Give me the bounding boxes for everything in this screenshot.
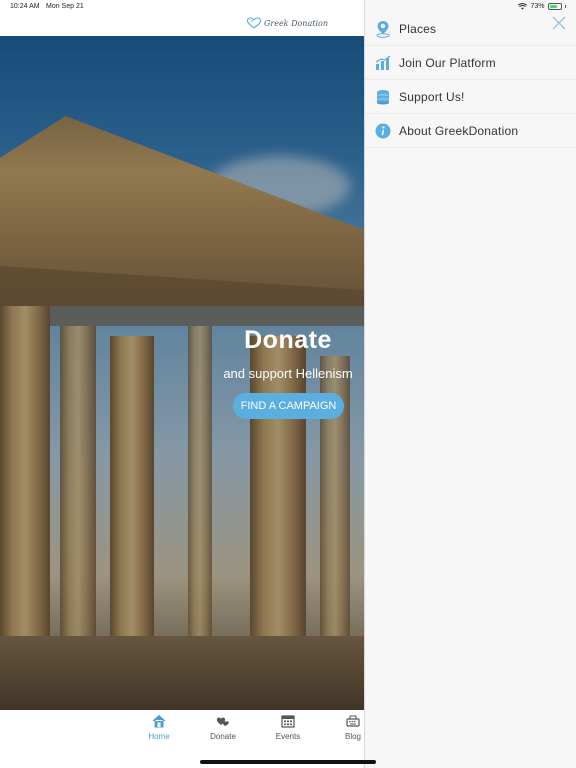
hearts-icon [216,717,229,726]
tab-home-label: Home [148,732,170,741]
logo-text: Greek Donation [264,18,328,28]
tab-home[interactable]: Home [134,714,184,741]
tab-events[interactable]: Events [263,714,313,741]
home-icon [152,714,166,728]
menu-item-support[interactable]: Support Us! [365,80,576,114]
side-drawer: Places Join Our Platform Support Us! Abo… [364,0,576,768]
tab-blog-label: Blog [344,732,361,741]
status-date: Mon Sep 21 [46,3,84,10]
home-indicator[interactable] [200,760,376,764]
battery-percent: 73% [530,3,545,10]
tab-donate-label: Donate [210,732,236,741]
status-right: 73% [518,3,566,10]
status-bar: 10:24 AM Mon Sep 21 73% [0,0,576,14]
app-logo[interactable]: Greek Donation [246,16,328,30]
menu-item-label: Support Us! [399,89,465,104]
hero-title: Donate [244,326,332,354]
menu-item-label: Join Our Platform [399,55,496,70]
drawer-menu: Places Join Our Platform Support Us! Abo… [365,12,576,148]
coins-icon [374,88,392,106]
bar-chart-icon [374,54,392,72]
battery-icon [547,3,562,10]
tab-events-label: Events [275,732,301,741]
menu-item-label: Places [399,21,437,36]
menu-item-join-platform[interactable]: Join Our Platform [365,46,576,80]
typewriter-icon [346,715,360,727]
map-pin-icon [374,20,392,38]
wifi-icon [518,3,528,10]
menu-item-label: About GreekDonation [399,123,519,138]
menu-item-places[interactable]: Places [365,12,576,46]
menu-item-about[interactable]: About GreekDonation [365,114,576,148]
find-campaign-button[interactable]: FIND A CAMPAIGN [233,393,344,419]
info-icon [374,122,392,140]
calendar-icon [281,715,295,728]
tab-donate[interactable]: Donate [198,714,248,741]
heart-logo-icon [246,17,262,29]
battery-tip [564,5,566,8]
hero-subtitle: and support Hellenism [223,366,353,381]
status-time: 10:24 AM [10,3,40,10]
